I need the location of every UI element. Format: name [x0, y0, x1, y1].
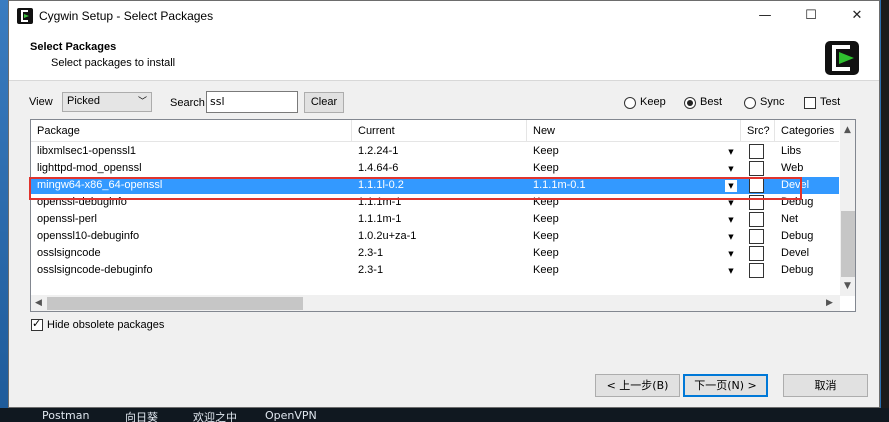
best-radio[interactable] [684, 97, 696, 109]
new-action[interactable]: Keep [527, 228, 717, 245]
category: Web [781, 162, 804, 174]
category: Debug [781, 230, 814, 242]
src-checkbox[interactable] [749, 246, 764, 261]
column-header-src[interactable]: Src? [741, 120, 775, 142]
highlight-annotation-box [29, 177, 802, 200]
package-name: osslsigncode-debuginfo [37, 264, 153, 276]
current-version: 2.3-1 [358, 247, 384, 259]
scroll-left-icon[interactable]: ◀ [35, 298, 42, 308]
chevron-down-icon[interactable]: ▼ [725, 231, 737, 243]
column-header-new[interactable]: New [527, 120, 741, 142]
taskbar-item-3[interactable]: 欢迎之中 [193, 409, 237, 422]
chevron-down-icon[interactable]: ▼ [725, 163, 737, 175]
column-header-current[interactable]: Current [352, 120, 527, 142]
scroll-up-icon[interactable]: ▲ [844, 125, 851, 135]
taskbar-item-openvpn[interactable]: OpenVPN [265, 409, 317, 422]
column-header-row: Package Current New Src? Categories [31, 120, 839, 142]
new-action[interactable]: Keep [527, 245, 717, 262]
hide-obsolete-label: Hide obsolete packages [47, 319, 165, 331]
src-checkbox[interactable] [749, 144, 764, 159]
horizontal-scroll-thumb[interactable] [47, 297, 303, 310]
wizard-header: Select Packages Select packages to insta… [9, 32, 879, 81]
maximize-button[interactable]: ☐ [788, 1, 834, 32]
minimize-button[interactable]: — [742, 1, 788, 32]
back-button[interactable]: < 上一步(B) [595, 374, 680, 397]
current-version: 1.2.24-1 [358, 145, 399, 157]
test-label: Test [820, 96, 841, 108]
scroll-down-icon[interactable]: ▼ [844, 281, 851, 291]
cygwin-app-icon [17, 8, 33, 24]
current-version: 1.0.2u+za-1 [358, 230, 417, 242]
close-button[interactable]: ✕ [834, 1, 880, 32]
current-version: 2.3-1 [358, 264, 384, 276]
table-row[interactable]: lighttpd-mod_openssl 1.4.64-6 Keep ▼ Web [31, 160, 839, 177]
category: Net [781, 213, 799, 225]
desktop-right-edge [881, 0, 889, 422]
desktop-left-edge [0, 0, 8, 422]
cancel-button[interactable]: 取消 [783, 374, 868, 397]
search-input[interactable]: ssl [206, 91, 298, 113]
horizontal-scrollbar[interactable]: ◀ ▶ [31, 295, 840, 311]
table-row[interactable]: openssl-perl 1.1.1m-1 Keep ▼ Net [31, 211, 839, 228]
table-row[interactable]: openssl10-debuginfo 1.0.2u+za-1 Keep ▼ D… [31, 228, 839, 245]
package-list[interactable]: Package Current New Src? Categories libx… [30, 119, 856, 312]
new-action[interactable]: Keep [527, 211, 717, 228]
current-version: 1.1.1m-1 [358, 213, 402, 225]
package-name: libxmlsec1-openssl1 [37, 145, 137, 157]
taskbar-item-sunflower[interactable]: 向日葵 [125, 409, 158, 422]
next-button[interactable]: 下一页(N) > [683, 374, 768, 397]
keep-radio[interactable] [624, 97, 636, 109]
page-title: Select Packages [30, 41, 117, 53]
current-version: 1.4.64-6 [358, 162, 399, 174]
src-checkbox[interactable] [749, 229, 764, 244]
view-dropdown[interactable]: Picked ﹀ [62, 92, 152, 112]
chevron-down-icon[interactable]: ▼ [725, 146, 737, 158]
src-checkbox[interactable] [749, 212, 764, 227]
title-bar: Cygwin Setup - Select Packages — ☐ ✕ [9, 1, 879, 32]
sync-radio[interactable] [744, 97, 756, 109]
scroll-right-icon[interactable]: ▶ [826, 298, 833, 308]
category: Debug [781, 264, 814, 276]
column-header-package[interactable]: Package [31, 120, 352, 142]
vertical-scrollbar[interactable]: ▲ ▼ [840, 120, 855, 296]
keep-label: Keep [640, 96, 666, 108]
chevron-down-icon[interactable]: ▼ [725, 265, 737, 277]
chevron-down-icon[interactable]: ▼ [725, 248, 737, 260]
cygwin-logo-icon [825, 41, 859, 75]
test-checkbox[interactable] [804, 97, 816, 109]
view-label: View [29, 96, 53, 108]
table-row[interactable]: libxmlsec1-openssl1 1.2.24-1 Keep ▼ Libs [31, 143, 839, 160]
new-action[interactable]: Keep [527, 143, 717, 160]
clear-button[interactable]: Clear [304, 92, 344, 113]
search-label: Search [170, 97, 205, 109]
page-subtitle: Select packages to install [51, 57, 176, 69]
view-dropdown-value: Picked [67, 95, 101, 107]
src-checkbox[interactable] [749, 161, 764, 176]
package-name: lighttpd-mod_openssl [37, 162, 142, 174]
vertical-scroll-thumb[interactable] [841, 211, 855, 277]
column-header-categories[interactable]: Categories [775, 120, 839, 142]
chevron-down-icon: ﹀ [137, 96, 147, 106]
best-label: Best [700, 96, 723, 108]
table-row[interactable]: osslsigncode-debuginfo 2.3-1 Keep ▼ Debu… [31, 262, 839, 279]
table-row[interactable]: osslsigncode 2.3-1 Keep ▼ Devel [31, 245, 839, 262]
chevron-down-icon[interactable]: ▼ [725, 214, 737, 226]
new-action[interactable]: Keep [527, 160, 717, 177]
package-name: openssl-perl [37, 213, 97, 225]
category: Devel [781, 247, 810, 259]
setup-window: Cygwin Setup - Select Packages — ☐ ✕ Sel… [8, 0, 880, 408]
category: Libs [781, 145, 802, 157]
taskbar-item-postman[interactable]: Postman [42, 409, 89, 422]
sync-label: Sync [760, 96, 785, 108]
window-title: Cygwin Setup - Select Packages [39, 9, 214, 23]
new-action[interactable]: Keep [527, 262, 717, 279]
package-name: osslsigncode [37, 247, 101, 259]
src-checkbox[interactable] [749, 263, 764, 278]
hide-obsolete-checkbox[interactable] [31, 317, 43, 331]
package-name: openssl10-debuginfo [37, 230, 140, 242]
taskbar: Postman 向日葵 欢迎之中 OpenVPN [0, 408, 889, 422]
